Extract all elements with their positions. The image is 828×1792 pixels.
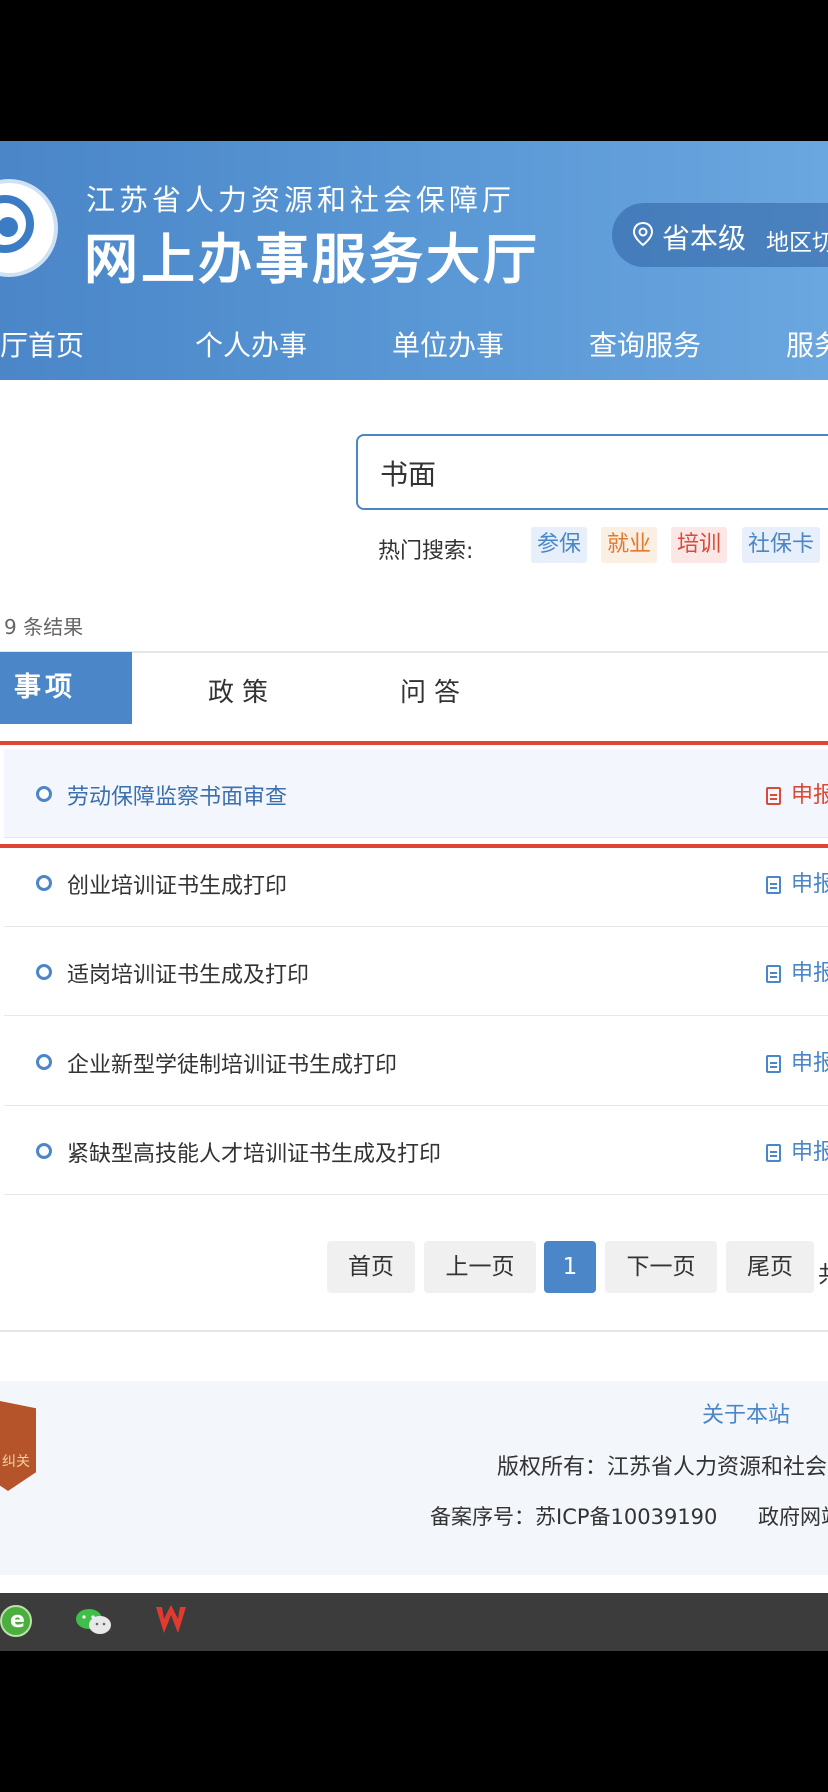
list-item[interactable]: 适岗培训证书生成及打印 申报 bbox=[4, 927, 828, 1016]
footer-divider bbox=[0, 1330, 828, 1332]
apply-label: 申报 bbox=[791, 1140, 828, 1165]
hot-tag-training[interactable]: 培训 bbox=[671, 527, 728, 563]
browser-icon[interactable] bbox=[0, 1605, 32, 1637]
apply-label: 申报 bbox=[791, 961, 828, 986]
apply-button[interactable]: 申报 bbox=[766, 866, 828, 898]
list-item-title[interactable]: 紧缺型高技能人才培训证书生成及打印 bbox=[67, 1136, 441, 1168]
region-selector[interactable]: 省本级 地区切换 bbox=[612, 203, 828, 267]
next-page-button[interactable]: 下一页 bbox=[605, 1241, 717, 1293]
document-icon bbox=[766, 1055, 781, 1073]
result-count: 9 条结果 bbox=[4, 615, 84, 639]
site-header: 江苏省人力资源和社会保障厅 网上办事服务大厅 省本级 地区切换 厅首页 个人办事… bbox=[0, 141, 828, 380]
bullet-icon bbox=[36, 964, 52, 980]
hot-search-label: 热门搜索: bbox=[378, 539, 474, 564]
prev-page-button[interactable]: 上一页 bbox=[424, 1241, 536, 1293]
document-icon bbox=[766, 965, 781, 983]
region-name: 省本级 bbox=[662, 222, 747, 255]
taskbar bbox=[0, 1593, 828, 1651]
hot-tag-insurance[interactable]: 参保 bbox=[531, 527, 588, 563]
list-item-title[interactable]: 企业新型学徒制培训证书生成打印 bbox=[67, 1047, 397, 1079]
region-switch-link[interactable]: 地区切换 bbox=[766, 223, 828, 257]
list-item[interactable]: 紧缺型高技能人才培训证书生成及打印 申报 bbox=[4, 1106, 828, 1195]
nav-item-query[interactable]: 查询服务 bbox=[589, 324, 701, 364]
about-link[interactable]: 关于本站 bbox=[702, 1397, 790, 1429]
bullet-icon bbox=[36, 1143, 52, 1159]
nav-item-home[interactable]: 厅首页 bbox=[0, 324, 84, 364]
hot-tag-employment[interactable]: 就业 bbox=[601, 527, 658, 563]
apply-button[interactable]: 申报 bbox=[766, 1045, 828, 1077]
list-item-title[interactable]: 创业培训证书生成打印 bbox=[67, 868, 287, 900]
search-input[interactable] bbox=[378, 450, 822, 496]
first-page-button[interactable]: 首页 bbox=[327, 1241, 415, 1293]
tab-policy[interactable]: 政策 bbox=[208, 672, 276, 709]
nav-item-personal[interactable]: 个人办事 bbox=[195, 324, 307, 364]
highlight-frame bbox=[0, 741, 828, 848]
browser-viewport: 江苏省人力资源和社会保障厅 网上办事服务大厅 省本级 地区切换 厅首页 个人办事… bbox=[0, 141, 828, 1651]
site-logo[interactable] bbox=[0, 179, 58, 277]
location-pin-icon bbox=[632, 221, 654, 247]
total-pages-text: 共 bbox=[818, 1255, 828, 1289]
list-item[interactable]: 创业培训证书生成打印 申报 bbox=[4, 838, 828, 927]
icp-text[interactable]: 备案序号：苏ICP备10039190 bbox=[430, 1501, 717, 1531]
nav-item-service[interactable]: 服务 bbox=[786, 324, 828, 364]
search-box bbox=[356, 434, 828, 510]
site-subtitle: 江苏省人力资源和社会保障厅 bbox=[86, 183, 516, 217]
site-title: 网上办事服务大厅 bbox=[84, 228, 540, 291]
document-icon bbox=[766, 1144, 781, 1162]
last-page-button[interactable]: 尾页 bbox=[726, 1241, 814, 1293]
tab-qa[interactable]: 问答 bbox=[400, 672, 468, 709]
apply-button[interactable]: 申报 bbox=[766, 955, 828, 987]
document-icon bbox=[766, 876, 781, 894]
wechat-icon[interactable] bbox=[74, 1607, 114, 1637]
nav-item-unit[interactable]: 单位办事 bbox=[392, 324, 504, 364]
copyright-text: 版权所有：江苏省人力资源和社会 bbox=[497, 1455, 828, 1480]
apply-label: 申报 bbox=[791, 872, 828, 897]
list-item-title[interactable]: 适岗培训证书生成及打印 bbox=[67, 957, 309, 989]
bullet-icon bbox=[36, 1054, 52, 1070]
wps-icon[interactable] bbox=[154, 1603, 196, 1637]
bullet-icon bbox=[36, 875, 52, 891]
hot-tag-social-card[interactable]: 社保卡 bbox=[742, 527, 821, 563]
badge-label: 纠关 bbox=[2, 1454, 30, 1470]
tab-items[interactable]: 事项 bbox=[0, 652, 132, 724]
list-item[interactable]: 企业新型学徒制培训证书生成打印 申报 bbox=[4, 1017, 828, 1106]
main-nav: 厅首页 个人办事 单位办事 查询服务 服务 bbox=[0, 306, 828, 380]
gov-site-text[interactable]: 政府网站 bbox=[758, 1501, 828, 1531]
apply-button[interactable]: 申报 bbox=[766, 1134, 828, 1166]
page-1-button[interactable]: 1 bbox=[544, 1241, 596, 1293]
apply-label: 申报 bbox=[791, 1051, 828, 1076]
